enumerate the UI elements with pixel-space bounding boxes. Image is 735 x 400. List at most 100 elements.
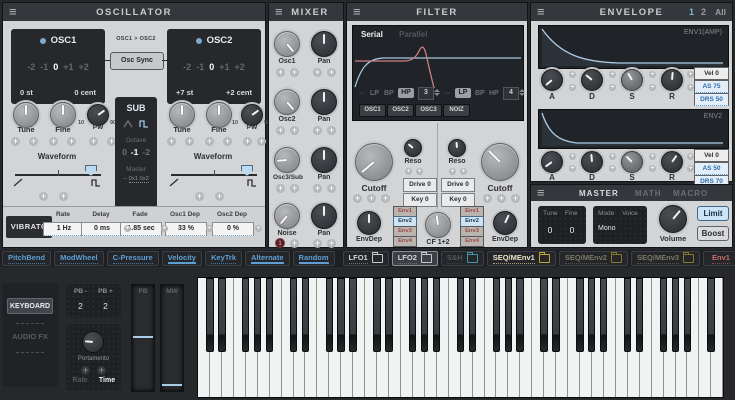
modwheel-slider[interactable]: MW: [160, 284, 184, 392]
filter1-type-off[interactable]: --: [359, 90, 364, 97]
mod-slot-icon[interactable]: +: [290, 126, 299, 135]
black-key[interactable]: [326, 278, 333, 352]
filter-input-osc2[interactable]: OSC2: [387, 104, 414, 117]
mod-slot-icon[interactable]: +: [327, 126, 336, 135]
mod-slot-icon[interactable]: +: [290, 68, 299, 77]
mod-slot-icon[interactable]: +: [327, 68, 336, 77]
tab-macro[interactable]: MACRO: [673, 189, 708, 198]
filter-input-osc1[interactable]: OSC1: [359, 104, 386, 117]
env2-decay-knob[interactable]: [581, 151, 603, 173]
env2-release-knob[interactable]: [661, 151, 683, 173]
black-key[interactable]: [349, 278, 356, 352]
mixer-pan3-knob[interactable]: [311, 147, 337, 173]
mod-slot-icon[interactable]: +: [81, 366, 90, 375]
filter1-env4-select[interactable]: Env4: [393, 236, 417, 247]
env2-attack-slope-value[interactable]: AS 50: [694, 162, 729, 175]
mod-slot-icon[interactable]: +: [97, 366, 106, 375]
osc1-cent[interactable]: 0 cent: [74, 88, 96, 97]
mod-slot-icon[interactable]: +: [405, 168, 412, 175]
tab-seq-menv1[interactable]: SEQ/MEnv1: [487, 251, 556, 266]
mod-slot-icon[interactable]: +: [206, 225, 213, 232]
filter1-type-bp[interactable]: BP: [384, 90, 394, 97]
filter2-env4-select[interactable]: Env4: [460, 236, 484, 247]
black-key[interactable]: [660, 278, 667, 352]
black-key[interactable]: [206, 278, 213, 352]
mod-amount-badge[interactable]: 1: [275, 238, 285, 248]
limit-button[interactable]: Limit: [697, 206, 729, 221]
black-key[interactable]: [385, 278, 392, 352]
filter1-type-hp-active[interactable]: HP: [398, 88, 414, 98]
mod-tab-random[interactable]: Random: [293, 251, 335, 266]
env1-release-knob[interactable]: [661, 69, 683, 91]
portamento-rate-toggle[interactable]: Rate: [67, 377, 93, 384]
tab-env2[interactable]: 2: [701, 7, 706, 17]
tab-seq-menv2[interactable]: SEQ/MEnv2: [559, 251, 628, 266]
vibrato-osc2dep-value[interactable]: 0 %: [212, 222, 254, 236]
mod-slot-icon[interactable]: +: [609, 71, 616, 78]
mod-slot-icon[interactable]: +: [195, 192, 204, 201]
env2-sustain-knob[interactable]: [621, 151, 643, 173]
black-key[interactable]: [684, 278, 691, 352]
mod-slot-icon[interactable]: +: [649, 153, 656, 160]
tab-math[interactable]: MATH: [635, 189, 662, 198]
mod-slot-icon[interactable]: +: [609, 165, 616, 172]
mod-slot-icon[interactable]: +: [124, 225, 131, 232]
black-key[interactable]: [600, 278, 607, 352]
black-key[interactable]: [469, 278, 476, 352]
mw-slider-handle[interactable]: [162, 384, 182, 386]
mod-tab-keytrk[interactable]: KeyTrk: [205, 251, 242, 266]
slope-stepper[interactable]: [434, 88, 440, 97]
mod-slot-icon[interactable]: +: [353, 194, 362, 203]
mixer-noise-knob[interactable]: [274, 203, 300, 229]
filter2-type-lp-active[interactable]: LP: [455, 88, 471, 98]
mod-tab-velocity[interactable]: Velocity: [162, 251, 202, 266]
menu-icon[interactable]: ≡: [275, 4, 283, 20]
env1-sustain-knob[interactable]: [621, 69, 643, 91]
env2-display[interactable]: ENV2: [538, 109, 729, 149]
black-key[interactable]: [588, 278, 595, 352]
filter1-reso-knob[interactable]: [404, 139, 422, 157]
tab-lfo2[interactable]: LFO2: [392, 251, 438, 266]
osc2-semitone[interactable]: +7 st: [176, 88, 193, 97]
osc2-octave-selector[interactable]: -2-10+1+2: [167, 62, 261, 72]
mod-slot-icon[interactable]: +: [49, 137, 58, 146]
mod-slot-icon[interactable]: +: [609, 84, 616, 91]
filter-input-noiz[interactable]: NOIZ: [443, 104, 470, 117]
mixer-osc1-knob[interactable]: [274, 31, 300, 57]
mod-slot-icon[interactable]: +: [327, 184, 336, 193]
pb-slider-handle[interactable]: [133, 336, 153, 338]
mod-slot-icon[interactable]: +: [276, 68, 285, 77]
black-key[interactable]: [373, 278, 380, 352]
menu-icon[interactable]: ≡: [9, 4, 17, 20]
tab-master[interactable]: MASTER: [579, 189, 619, 198]
mod-slot-icon[interactable]: +: [687, 165, 694, 172]
black-key[interactable]: [636, 278, 643, 352]
black-key[interactable]: [576, 278, 583, 352]
filter2-type-bp[interactable]: BP: [475, 90, 485, 97]
tab-seq-menv3[interactable]: SEQ/MEnv3: [631, 251, 700, 266]
mod-slot-icon[interactable]: +: [205, 137, 214, 146]
mod-slot-icon[interactable]: +: [649, 165, 656, 172]
osc1-semitone[interactable]: 0 st: [20, 88, 33, 97]
osc2-pw-knob[interactable]: [241, 104, 263, 126]
mod-slot-icon[interactable]: +: [215, 192, 224, 201]
menu-icon[interactable]: ≡: [353, 4, 361, 20]
black-key[interactable]: [266, 278, 273, 352]
mod-slot-icon[interactable]: +: [257, 137, 266, 146]
mod-slot-icon[interactable]: +: [290, 184, 299, 193]
mod-slot-icon[interactable]: +: [276, 126, 285, 135]
portamento-knob[interactable]: [82, 331, 104, 353]
boost-button[interactable]: Boost: [697, 226, 729, 241]
black-key[interactable]: [672, 278, 679, 352]
menu-icon[interactable]: ≡: [537, 185, 545, 201]
filter1-envdep-knob[interactable]: [357, 211, 381, 235]
mod-slot-icon[interactable]: +: [367, 194, 376, 203]
pitchbend-slider[interactable]: PB: [131, 284, 155, 392]
tune-value[interactable]: 0: [542, 225, 558, 235]
mod-slot-icon[interactable]: +: [243, 137, 252, 146]
filter2-keytrack-value[interactable]: Key 0: [441, 193, 475, 207]
filter2-cutoff-knob[interactable]: [481, 143, 519, 181]
filter1-type-lp[interactable]: LP: [370, 90, 379, 97]
mod-slot-icon[interactable]: +: [313, 126, 322, 135]
mod-slot-icon[interactable]: +: [569, 84, 576, 91]
